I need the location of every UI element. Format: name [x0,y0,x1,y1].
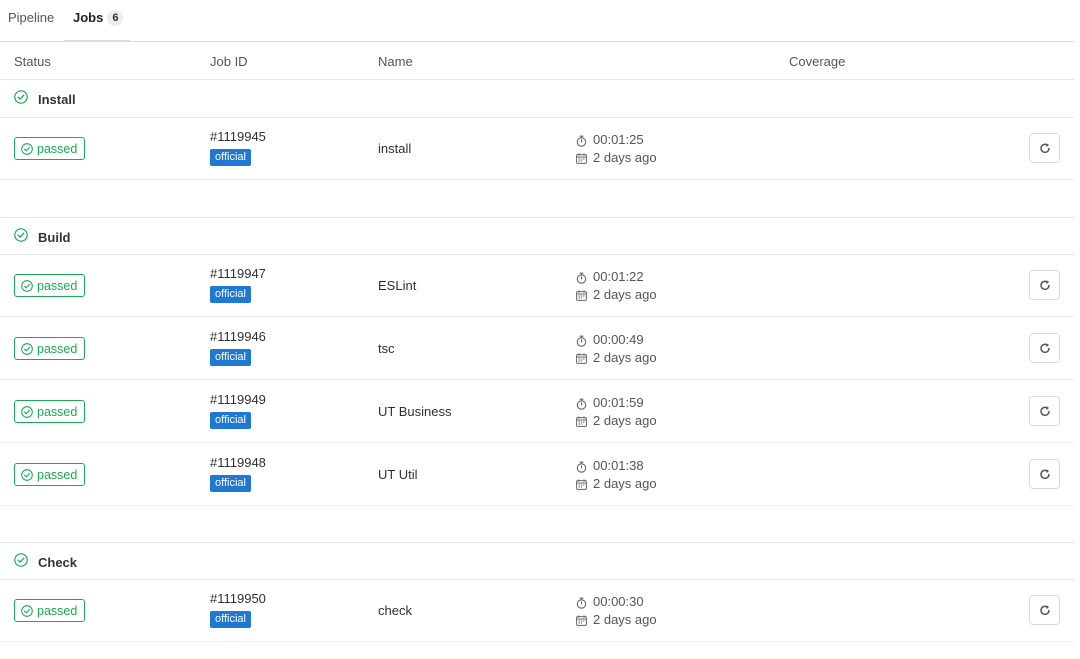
stage-name: Check [38,555,78,570]
column-header-job-id: Job ID [210,54,248,69]
job-name: UT Util [378,467,418,482]
retry-button[interactable] [1029,270,1060,300]
table-row: passed #1119949 official UT Business 00:01:5… [0,380,1074,443]
status-badge[interactable]: passed [14,599,85,622]
stage-row-build: Build [0,217,1074,255]
job-duration: 00:01:59 [593,395,644,410]
retry-button[interactable] [1029,133,1060,163]
stage-name: Build [38,230,71,245]
tab-jobs-label: Jobs [73,10,104,25]
retry-button[interactable] [1029,333,1060,363]
official-tag: official [210,611,251,628]
status-label: passed [37,279,78,293]
check-circle-icon [14,553,28,567]
job-id-link[interactable]: #1119946 [210,329,266,344]
job-duration: 00:01:38 [593,458,644,473]
job-finished: 2 days ago [593,150,657,165]
check-circle-icon [14,90,28,104]
job-finished: 2 days ago [593,612,657,627]
status-label: passed [37,142,78,156]
column-header-status: Status [14,54,51,69]
job-timing: 00:00:49 2 days ago [576,331,657,367]
retry-button[interactable] [1029,459,1060,489]
job-duration: 00:00:30 [593,594,644,609]
stage-row-check: Check [0,542,1074,580]
official-tag: official [210,412,251,429]
job-name: tsc [378,341,395,356]
job-finished: 2 days ago [593,350,657,365]
status-badge[interactable]: passed [14,337,85,360]
official-tag: official [210,349,251,366]
table-row: passed #1119946 official tsc 00:00:49 2 days … [0,317,1074,380]
tab-bar: Pipeline Jobs 6 [0,0,1074,42]
job-id-link[interactable]: #1119949 [210,392,266,407]
official-tag: official [210,149,251,166]
tab-jobs[interactable]: Jobs 6 [64,10,130,42]
job-timing: 00:01:25 2 days ago [576,131,657,167]
status-label: passed [37,405,78,419]
retry-button[interactable] [1029,595,1060,625]
tab-pipeline[interactable]: Pipeline [8,10,54,42]
column-header-name: Name [378,54,413,69]
job-finished: 2 days ago [593,476,657,491]
official-tag: official [210,286,251,303]
jobs-count-badge: 6 [107,10,124,26]
table-row: passed #1119950 official check 00:00:30 2 day… [0,579,1074,642]
job-id-link[interactable]: #1119950 [210,591,266,606]
status-badge[interactable]: passed [14,274,85,297]
table-row: passed #1119947 official ESLint 00:01:22 2 da… [0,254,1074,317]
job-duration: 00:01:22 [593,269,644,284]
job-id-link[interactable]: #1119945 [210,129,266,144]
job-name: check [378,603,412,618]
job-name: UT Business [378,404,452,419]
job-finished: 2 days ago [593,413,657,428]
status-label: passed [37,342,78,356]
job-duration: 00:01:25 [593,132,644,147]
status-badge[interactable]: passed [14,137,85,160]
job-name: ESLint [378,278,417,293]
table-row: passed #1119948 official UT Util 00:01:38 2 d… [0,443,1074,506]
job-timing: 00:01:38 2 days ago [576,457,657,493]
check-circle-icon [14,228,28,242]
job-finished: 2 days ago [593,287,657,302]
job-timing: 00:01:59 2 days ago [576,394,657,430]
stage-name: Install [38,92,76,107]
official-tag: official [210,475,251,492]
table-header: Status Job ID Name Coverage [0,43,1074,80]
column-header-coverage: Coverage [789,54,846,69]
job-id-link[interactable]: #1119948 [210,455,266,470]
job-timing: 00:00:30 2 days ago [576,593,657,629]
job-name: install [378,141,412,156]
status-badge[interactable]: passed [14,400,85,423]
status-badge[interactable]: passed [14,463,85,486]
status-label: passed [37,604,78,618]
job-id-link[interactable]: #1119947 [210,266,266,281]
job-duration: 00:00:49 [593,332,644,347]
retry-button[interactable] [1029,396,1060,426]
job-timing: 00:01:22 2 days ago [576,268,657,304]
table-row: passed #1119945 official install 00:01:25 2 d… [0,117,1074,180]
status-label: passed [37,468,78,482]
stage-row-install: Install [0,80,1074,118]
